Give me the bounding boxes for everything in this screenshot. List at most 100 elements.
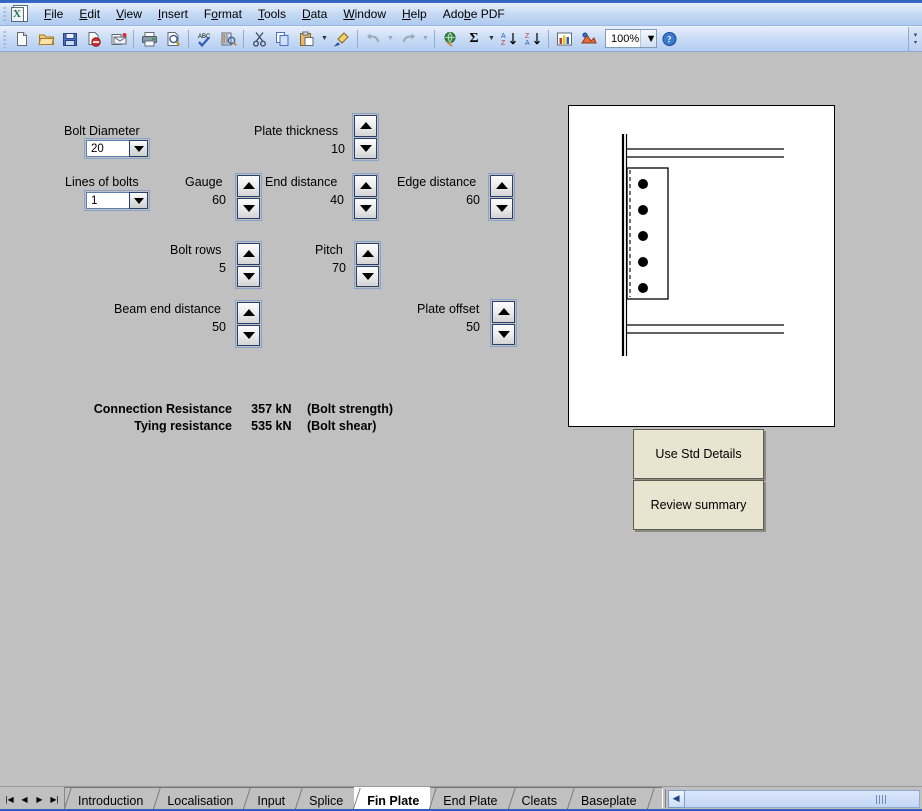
toolbar-grip[interactable]	[3, 29, 7, 48]
menu-window[interactable]: Window	[335, 4, 394, 24]
gauge-spinner[interactable]	[235, 173, 262, 221]
plate-offset-decrease-button[interactable]	[492, 323, 515, 345]
end-distance-decrease-button[interactable]	[354, 197, 377, 219]
bolt-rows-spinner[interactable]	[235, 241, 262, 289]
sort-descending-icon[interactable]: ZA	[521, 28, 545, 50]
lines-of-bolts-value[interactable]: 1	[86, 192, 129, 209]
sheet-tab-end-plate[interactable]: End Plate	[430, 787, 509, 811]
pitch-decrease-button[interactable]	[356, 265, 379, 287]
paste-options-dropdown-icon[interactable]: ▼	[319, 28, 330, 50]
edge-distance-increase-button[interactable]	[490, 175, 513, 197]
lines-of-bolts-dropdown-icon[interactable]	[129, 192, 148, 209]
research-icon[interactable]	[216, 28, 240, 50]
scrollbar-track[interactable]	[684, 789, 920, 808]
gauge-increase-button[interactable]	[237, 175, 260, 197]
scroll-left-icon[interactable]: ◀	[667, 789, 685, 808]
spelling-icon[interactable]: ABC	[192, 28, 216, 50]
bolt-diameter-value[interactable]: 20	[86, 140, 129, 157]
connection-resistance-row: Connection Resistance 357 kN (Bolt stren…	[82, 402, 393, 416]
edge-distance-spinner[interactable]	[488, 173, 515, 221]
first-sheet-icon[interactable]: |◀	[2, 789, 17, 809]
undo-dropdown-icon[interactable]: ▼	[385, 28, 396, 50]
autosum-dropdown-icon[interactable]: ▼	[486, 28, 497, 50]
drawing-icon[interactable]	[576, 28, 600, 50]
bolt-rows-increase-button[interactable]	[237, 243, 260, 265]
sort-ascending-icon[interactable]: AZ	[497, 28, 521, 50]
bolt-rows-label: Bolt rows	[170, 243, 222, 257]
sheet-tab-label: Localisation	[167, 794, 234, 808]
bolt-rows-decrease-button[interactable]	[237, 265, 260, 287]
edge-distance-decrease-button[interactable]	[490, 197, 513, 219]
help-icon[interactable]: ?	[657, 28, 681, 50]
scrollbar-grip[interactable]	[876, 794, 887, 804]
connection-resistance-label: Connection Resistance	[93, 402, 232, 416]
copy-icon[interactable]	[271, 28, 295, 50]
last-sheet-icon[interactable]: ▶|	[47, 789, 62, 809]
end-distance-increase-button[interactable]	[354, 175, 377, 197]
sheet-tab-localisation[interactable]: Localisation	[154, 787, 245, 811]
plate-thickness-spinner[interactable]	[352, 113, 379, 161]
print-icon[interactable]	[137, 28, 161, 50]
sheet-tab-splice[interactable]: Splice	[296, 787, 355, 811]
svg-text:Z: Z	[501, 40, 506, 47]
permission-icon[interactable]	[82, 28, 106, 50]
sheet-tab-cleats[interactable]: Cleats	[508, 787, 568, 811]
new-icon[interactable]	[10, 28, 34, 50]
autosum-icon[interactable]: Σ	[462, 28, 486, 50]
menu-file[interactable]: File	[36, 4, 71, 24]
horizontal-scrollbar[interactable]: ◀	[667, 789, 920, 808]
beam-end-distance-value: 50	[212, 320, 226, 334]
redo-icon[interactable]	[396, 28, 420, 50]
menu-tools[interactable]: Tools	[250, 4, 294, 24]
menu-help[interactable]: Help	[394, 4, 435, 24]
plate-offset-spinner[interactable]	[490, 299, 517, 347]
bolt-diameter-combobox[interactable]: 20	[84, 138, 150, 159]
sheet-tab-input[interactable]: Input	[244, 787, 297, 811]
cut-icon[interactable]	[247, 28, 271, 50]
format-painter-icon[interactable]	[330, 28, 354, 50]
sheet-navigation-buttons: |◀ ◀ ▶ ▶|	[0, 787, 65, 811]
use-std-details-button[interactable]: Use Std Details	[633, 429, 764, 479]
gauge-decrease-button[interactable]	[237, 197, 260, 219]
pitch-increase-button[interactable]	[356, 243, 379, 265]
plate-thickness-decrease-button[interactable]	[354, 137, 377, 159]
hyperlink-icon[interactable]	[438, 28, 462, 50]
beam-end-distance-decrease-button[interactable]	[237, 324, 260, 346]
menu-insert[interactable]: Insert	[150, 4, 196, 24]
review-summary-button[interactable]: Review summary	[633, 480, 764, 530]
next-sheet-icon[interactable]: ▶	[32, 789, 47, 809]
sheet-tab-baseplate[interactable]: Baseplate	[567, 787, 648, 811]
tab-split-handle[interactable]	[661, 789, 666, 808]
plate-offset-increase-button[interactable]	[492, 301, 515, 323]
menu-data[interactable]: Data	[294, 4, 335, 24]
plate-thickness-increase-button[interactable]	[354, 115, 377, 137]
pitch-spinner[interactable]	[354, 241, 381, 289]
beam-end-distance-spinner[interactable]	[235, 300, 262, 348]
sheet-tab-introduction[interactable]: Introduction	[65, 787, 155, 811]
sheet-tab-label: Input	[257, 794, 286, 808]
menu-bar-grip[interactable]	[3, 6, 7, 22]
zoom-dropdown-icon[interactable]: ▼	[640, 30, 656, 47]
lines-of-bolts-combobox[interactable]: 1	[84, 190, 150, 211]
print-preview-icon[interactable]	[161, 28, 185, 50]
toolbar-options-icon[interactable]: ▾ ▾	[908, 26, 922, 51]
open-icon[interactable]	[34, 28, 58, 50]
menu-view[interactable]: View	[108, 4, 150, 24]
prev-sheet-icon[interactable]: ◀	[17, 789, 32, 809]
undo-icon[interactable]	[361, 28, 385, 50]
menu-format[interactable]: Format	[196, 4, 250, 24]
sheet-tab-label: Splice	[309, 794, 344, 808]
sheet-tab-fin-plate[interactable]: Fin Plate	[354, 787, 431, 811]
menu-edit[interactable]: Edit	[71, 4, 108, 24]
paste-icon[interactable]	[295, 28, 319, 50]
menu-adobe-pdf[interactable]: Adobe PDF	[435, 4, 513, 24]
save-icon[interactable]	[58, 28, 82, 50]
redo-dropdown-icon[interactable]: ▼	[420, 28, 431, 50]
chart-wizard-icon[interactable]	[552, 28, 576, 50]
beam-end-distance-increase-button[interactable]	[237, 302, 260, 324]
end-distance-spinner[interactable]	[352, 173, 379, 221]
zoom-combobox[interactable]: 100% ▼	[605, 29, 657, 48]
email-icon[interactable]	[106, 28, 130, 50]
standard-toolbar: ABC ▼ ▼ ▼ Σ ▼ A Z Z A 100% ▼ ? ▾ ▾	[0, 26, 922, 52]
bolt-diameter-dropdown-icon[interactable]	[129, 140, 148, 157]
